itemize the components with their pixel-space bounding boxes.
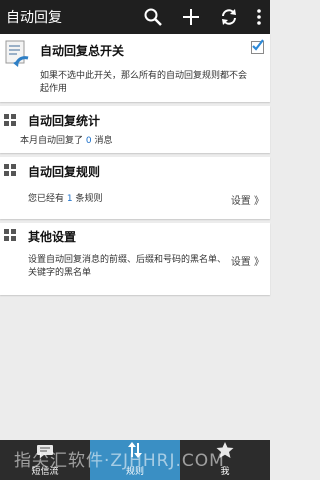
refresh-icon[interactable] — [210, 0, 248, 34]
me-icon — [216, 442, 234, 462]
tab-rules[interactable]: 规则 — [90, 440, 180, 480]
page-title: 自动回复 — [6, 10, 62, 26]
auto-reply-document-icon — [4, 40, 30, 68]
overflow-menu-icon[interactable] — [248, 0, 270, 34]
other-settings-card[interactable]: 其他设置 设置自动回复消息的前缀、后缀和号码的黑名单、关键字的黑名单 设置 》 — [0, 223, 270, 295]
grid-icon — [4, 164, 16, 176]
tab-me[interactable]: 我 — [180, 440, 270, 480]
tab-label: 短信流 — [31, 467, 59, 477]
action-bar: 自动回复 — [0, 0, 270, 34]
add-icon[interactable] — [172, 0, 210, 34]
tab-label: 我 — [220, 467, 230, 477]
stats-suffix: 消息 — [94, 136, 113, 146]
rules-card[interactable]: 自动回复规则 您已经有 1 条规则 设置 》 — [0, 157, 270, 219]
stats-card: 自动回复统计 本月自动回复了 0 消息 — [0, 106, 270, 153]
rules-icon — [126, 442, 144, 462]
search-icon[interactable] — [134, 0, 172, 34]
bottom-tab-bar: 短信流 规则 我 — [0, 440, 270, 480]
sms-icon — [36, 443, 54, 462]
master-switch-description: 如果不选中此开关，那么所有的自动回复规则都不会起作用 — [40, 71, 248, 94]
master-switch-card[interactable]: 自动回复总开关 如果不选中此开关，那么所有的自动回复规则都不会起作用 — [0, 34, 270, 102]
grid-icon — [4, 229, 16, 241]
tab-sms-stream[interactable]: 短信流 — [0, 440, 90, 480]
rules-count: 1 — [66, 194, 73, 204]
other-settings-description: 设置自动回复消息的前缀、后缀和号码的黑名单、关键字的黑名单 — [28, 255, 227, 278]
master-switch-title: 自动回复总开关 — [40, 44, 125, 58]
master-switch-checkbox[interactable] — [251, 39, 264, 54]
stats-prefix: 本月自动回复了 — [20, 136, 84, 146]
other-settings-title: 其他设置 — [28, 230, 77, 244]
rules-prefix: 您已经有 — [28, 194, 65, 204]
grid-icon — [4, 114, 16, 126]
rules-suffix: 条规则 — [75, 194, 103, 204]
rules-title: 自动回复规则 — [28, 165, 101, 179]
tab-label: 规则 — [125, 467, 144, 477]
other-settings-link[interactable]: 设置 》 — [231, 253, 264, 268]
stats-title: 自动回复统计 — [28, 114, 101, 128]
stats-count: 0 — [85, 136, 92, 146]
content-area: 自动回复总开关 如果不选中此开关，那么所有的自动回复规则都不会起作用 自动回复统… — [0, 34, 270, 440]
rules-settings-link[interactable]: 设置 》 — [231, 192, 264, 207]
rules-summary: 您已经有 1 条规则 — [28, 193, 103, 206]
stats-summary: 本月自动回复了 0 消息 — [20, 135, 113, 148]
